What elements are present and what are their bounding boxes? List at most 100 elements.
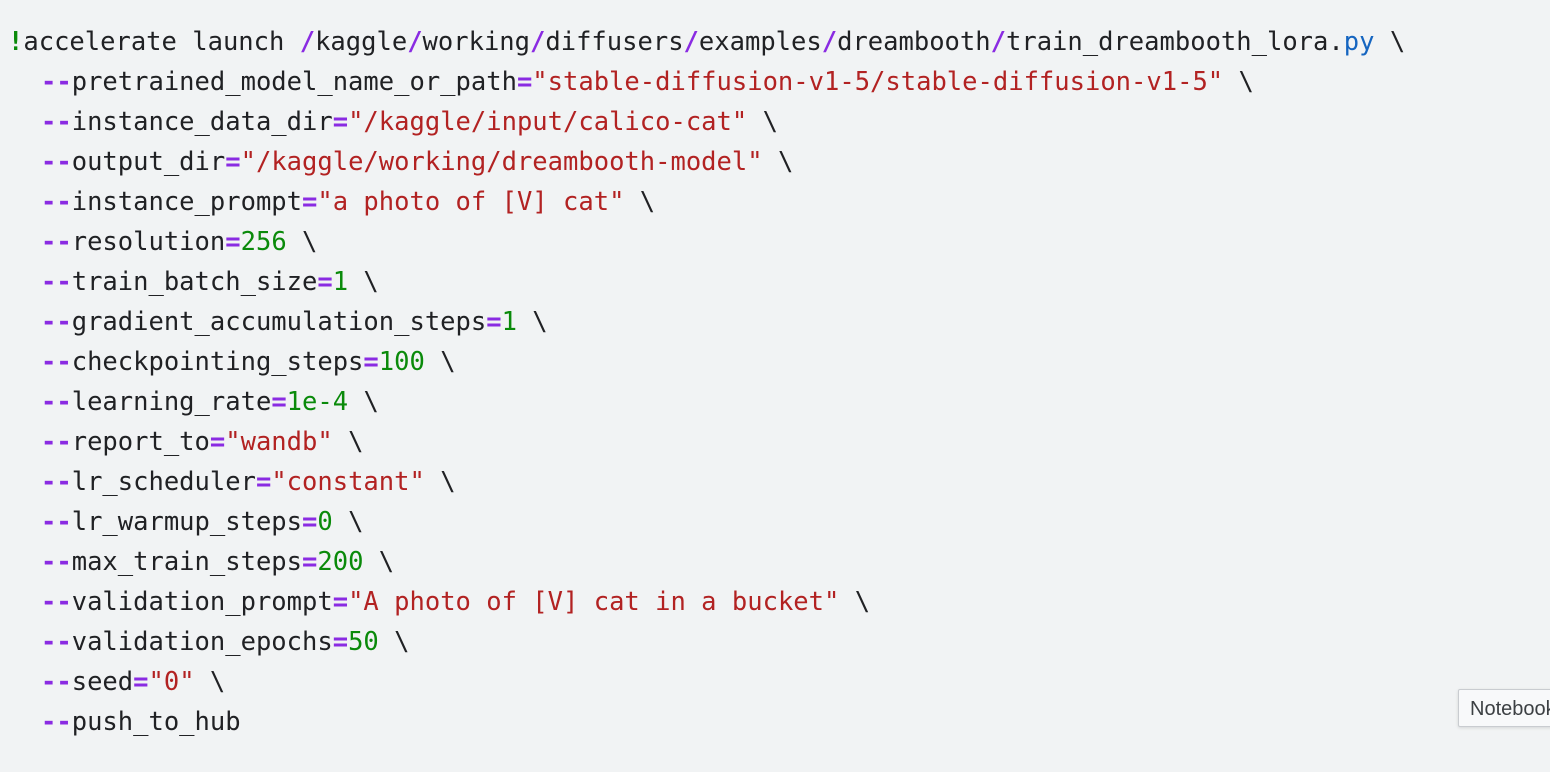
- code-line: --pretrained_model_name_or_path="stable-…: [8, 62, 1548, 102]
- code-token: kaggle: [315, 27, 408, 57]
- code-token: !: [8, 27, 24, 57]
- code-line: --checkpointing_steps=100 \: [8, 342, 1548, 382]
- code-token: \: [348, 267, 379, 297]
- code-line: --lr_warmup_steps=0 \: [8, 502, 1548, 542]
- code-token: /: [299, 27, 316, 57]
- code-token: =: [363, 347, 379, 377]
- code-token: working: [422, 27, 531, 57]
- code-token: learning_rate: [71, 387, 272, 417]
- code-token: --: [41, 627, 72, 657]
- code-token: =: [271, 387, 287, 417]
- code-token: --: [41, 347, 72, 377]
- code-token: \: [348, 387, 379, 417]
- code-token: max_train_steps: [71, 547, 303, 577]
- code-token: \: [624, 187, 656, 217]
- code-token: --: [41, 227, 72, 257]
- code-token: 100: [378, 347, 425, 377]
- code-token: 0: [317, 507, 333, 537]
- code-token: checkpointing_steps: [71, 347, 364, 377]
- code-token: instance_prompt: [71, 187, 303, 217]
- code-token: "/kaggle/input/calico-cat": [348, 107, 748, 137]
- code-line: --lr_scheduler="constant" \: [8, 462, 1548, 502]
- code-token: examples: [698, 27, 822, 57]
- code-token: =: [302, 507, 318, 537]
- code-token: dreambooth: [837, 27, 991, 57]
- code-token: =: [255, 467, 272, 497]
- code-token: 1: [501, 307, 517, 337]
- code-line: !accelerate launch /kaggle/working/diffu…: [8, 22, 1548, 62]
- code-token: \: [762, 147, 794, 177]
- code-token: =: [133, 667, 149, 697]
- code-token: "A photo of [V] cat in a bucket": [348, 587, 840, 617]
- code-token: diffusers: [545, 27, 684, 57]
- code-token: --: [41, 547, 72, 577]
- code-token: \: [286, 227, 318, 257]
- code-line: --train_batch_size=1 \: [8, 262, 1548, 302]
- tooltip-text: Notebook: [1470, 698, 1550, 720]
- code-token: .: [1328, 27, 1344, 57]
- code-line: --max_train_steps=200 \: [8, 542, 1548, 582]
- code-token: \: [747, 107, 778, 137]
- code-token: --: [41, 707, 72, 737]
- code-token: "wandb": [225, 427, 333, 457]
- code-token: py: [1343, 27, 1375, 57]
- code-token: \: [332, 507, 364, 537]
- code-token: lr_scheduler: [71, 467, 256, 497]
- code-line: --learning_rate=1e-4 \: [8, 382, 1548, 422]
- code-token: /: [821, 27, 838, 57]
- code-token: "/kaggle/working/dreambooth-model": [240, 147, 763, 177]
- code-token: lr_warmup_steps: [71, 507, 303, 537]
- code-token: \: [194, 667, 226, 697]
- code-token: =: [332, 107, 349, 137]
- code-token: 256: [240, 227, 287, 257]
- code-token: \: [516, 307, 548, 337]
- code-token: \: [839, 587, 871, 617]
- code-token: --: [41, 107, 72, 137]
- code-token: validation_prompt: [71, 587, 333, 617]
- code-token: train_batch_size: [71, 267, 318, 297]
- code-line: --validation_prompt="A photo of [V] cat …: [8, 582, 1548, 622]
- code-token: \: [424, 347, 456, 377]
- code-token: --: [41, 427, 72, 457]
- code-line: --validation_epochs=50 \: [8, 622, 1548, 662]
- code-token: =: [302, 547, 318, 577]
- code-token: /: [530, 27, 546, 57]
- code-token: /: [683, 27, 699, 57]
- code-token: accelerate launch: [23, 27, 300, 57]
- code-token: --: [41, 267, 72, 297]
- code-token: /: [407, 27, 423, 57]
- code-cell[interactable]: !accelerate launch /kaggle/working/diffu…: [8, 22, 1548, 752]
- code-line: --seed="0" \: [8, 662, 1548, 702]
- code-line: --output_dir="/kaggle/working/dreambooth…: [8, 142, 1548, 182]
- code-token: resolution: [71, 227, 226, 257]
- code-token: =: [332, 587, 349, 617]
- code-token: --: [41, 187, 72, 217]
- code-token: --: [41, 587, 72, 617]
- code-token: =: [332, 627, 349, 657]
- code-token: --: [41, 147, 72, 177]
- code-token: 1e-4: [286, 387, 349, 417]
- code-token: --: [41, 307, 72, 337]
- code-token: =: [486, 307, 502, 337]
- code-line: --gradient_accumulation_steps=1 \: [8, 302, 1548, 342]
- code-token: \: [1374, 27, 1406, 57]
- code-line: --push_to_hub: [8, 702, 1548, 742]
- code-token: /: [990, 27, 1006, 57]
- code-token: output_dir: [71, 147, 226, 177]
- code-token: train_dreambooth_lora: [1005, 27, 1329, 57]
- code-token: \: [1223, 67, 1254, 97]
- code-token: "a photo of [V] cat": [317, 187, 625, 217]
- code-token: --: [41, 667, 72, 697]
- notebook-tooltip: Notebook: [1458, 689, 1550, 727]
- code-token: =: [209, 427, 226, 457]
- code-line: --report_to="wandb" \: [8, 422, 1548, 462]
- code-token: =: [317, 267, 333, 297]
- code-token: validation_epochs: [71, 627, 333, 657]
- code-line: --instance_prompt="a photo of [V] cat" \: [8, 182, 1548, 222]
- code-token: seed: [71, 667, 134, 697]
- code-token: "0": [148, 667, 195, 697]
- code-token: --: [41, 467, 72, 497]
- code-token: \: [363, 547, 395, 577]
- code-token: --: [41, 387, 72, 417]
- code-token: "stable-diffusion-v1-5/stable-diffusion-…: [532, 67, 1224, 97]
